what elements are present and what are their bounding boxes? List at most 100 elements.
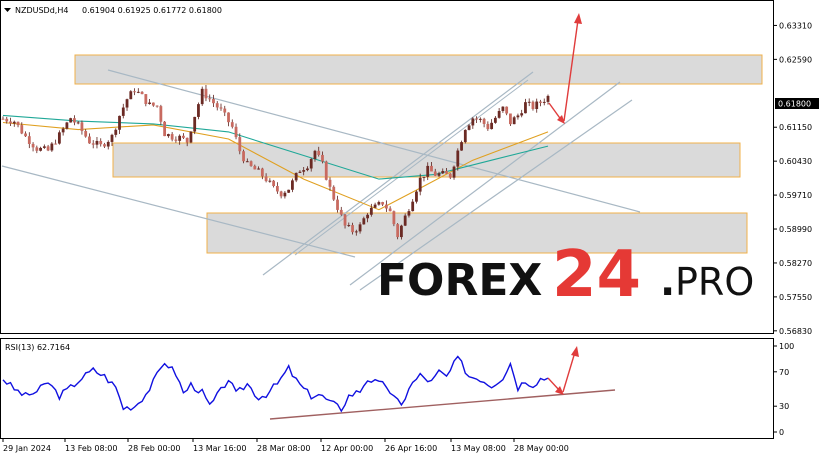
- watermark-dot: .: [660, 259, 675, 305]
- candle-body: [57, 132, 61, 144]
- candle-body: [35, 147, 39, 151]
- candle-body: [5, 118, 9, 122]
- candle-body: [16, 121, 20, 126]
- candle-body: [478, 118, 482, 120]
- rsi-tick-label: 70: [779, 368, 789, 377]
- time-tick-label: 13 Feb 08:00: [65, 444, 117, 453]
- time-tick-label: 28 May 00:00: [514, 444, 569, 453]
- candle-body: [524, 102, 527, 114]
- candle-body: [148, 102, 151, 104]
- candle-body: [257, 168, 260, 170]
- candle-body: [418, 177, 422, 192]
- candle-body: [279, 191, 283, 197]
- candle-body: [249, 161, 253, 166]
- candle-body: [268, 180, 272, 182]
- candle-body: [185, 137, 189, 143]
- candle-body: [189, 131, 193, 143]
- candle-body: [151, 102, 155, 106]
- candle-body: [230, 122, 234, 127]
- candle-body: [531, 101, 535, 110]
- candle-body: [437, 173, 441, 176]
- candle-body: [69, 118, 73, 123]
- candle-body: [76, 122, 80, 124]
- candle-body: [219, 107, 223, 109]
- candle-body: [20, 125, 24, 134]
- candle-body: [234, 126, 238, 138]
- candle-body: [136, 91, 140, 93]
- candle-body: [441, 170, 445, 174]
- candle-body: [212, 98, 215, 104]
- candle-body: [482, 118, 486, 124]
- candle-body: [527, 101, 531, 103]
- candle-body: [505, 106, 509, 114]
- candle-body: [396, 224, 400, 238]
- price-tick-label: 0.63310: [779, 21, 812, 30]
- candle-body: [516, 115, 520, 118]
- candle-body: [384, 204, 388, 209]
- candle-body: [445, 170, 448, 174]
- candle-body: [535, 101, 539, 110]
- candle-body: [328, 179, 332, 187]
- candle-body: [407, 211, 411, 216]
- chart-title: NZDUSDd,H4: [15, 6, 68, 15]
- candle-body: [125, 99, 129, 108]
- price-tick-label: 0.58990: [779, 225, 812, 234]
- candle-body: [144, 94, 148, 104]
- candle-body: [227, 112, 230, 123]
- price-tick-label: 0.56830: [779, 327, 812, 336]
- candle-body: [377, 202, 381, 205]
- candle-body: [317, 150, 321, 155]
- candle-body: [512, 117, 516, 125]
- candle-body: [163, 121, 167, 137]
- candle-body: [178, 135, 182, 141]
- candle-body: [373, 204, 377, 208]
- ohlc-values: 0.61904 0.61925 0.61772 0.61800: [82, 6, 222, 15]
- price-tick-label: 0.59710: [779, 191, 812, 200]
- candle-body: [215, 103, 219, 108]
- candle-body: [99, 140, 103, 145]
- candle-body: [283, 192, 287, 197]
- candle-body: [272, 180, 276, 187]
- candle-body: [336, 199, 339, 210]
- time-tick-label: 26 Apr 16:00: [385, 444, 437, 453]
- candle-body: [245, 161, 249, 163]
- candle-body: [497, 110, 501, 118]
- candle-body: [166, 134, 170, 137]
- rsi-tick-label: 30: [779, 402, 789, 411]
- candle-body: [343, 214, 347, 226]
- candle-body: [313, 150, 317, 160]
- candle-body: [467, 125, 471, 130]
- candle-body: [275, 186, 279, 192]
- candle-body: [118, 115, 121, 130]
- rsi-tick-label: 0: [779, 428, 784, 437]
- candle-body: [54, 143, 58, 145]
- candle-body: [50, 143, 54, 151]
- candle-body: [306, 168, 309, 171]
- candle-body: [294, 172, 298, 181]
- candle-body: [91, 143, 95, 145]
- candle-body: [475, 118, 478, 120]
- candle-body: [174, 139, 178, 141]
- candle-body: [253, 165, 257, 170]
- candle-body: [426, 165, 430, 177]
- candle-body: [129, 91, 133, 100]
- watermark-pro: PRO: [675, 260, 754, 304]
- candle-body: [354, 231, 358, 233]
- candle-body: [381, 202, 385, 205]
- candle-body: [61, 128, 65, 133]
- time-tick-label: 12 Apr 00:00: [321, 444, 373, 453]
- candle-body: [388, 208, 392, 212]
- price-tick-label: 0.60430: [779, 157, 812, 166]
- candle-body: [193, 116, 197, 132]
- time-tick-label: 29 Jan 2024: [3, 444, 51, 453]
- candle-body: [204, 88, 208, 99]
- candle-body: [471, 118, 475, 126]
- candle-body: [339, 209, 343, 215]
- price-axis: 0.63310 0.62590 0.61150 0.60430 0.59710 0.589…: [773, 21, 812, 336]
- candle-body: [133, 91, 136, 93]
- candle-body: [238, 137, 242, 152]
- candle-body: [452, 166, 456, 178]
- candle-body: [546, 95, 550, 102]
- price-tick-label: 0.61150: [779, 123, 812, 132]
- candle-body: [170, 134, 174, 140]
